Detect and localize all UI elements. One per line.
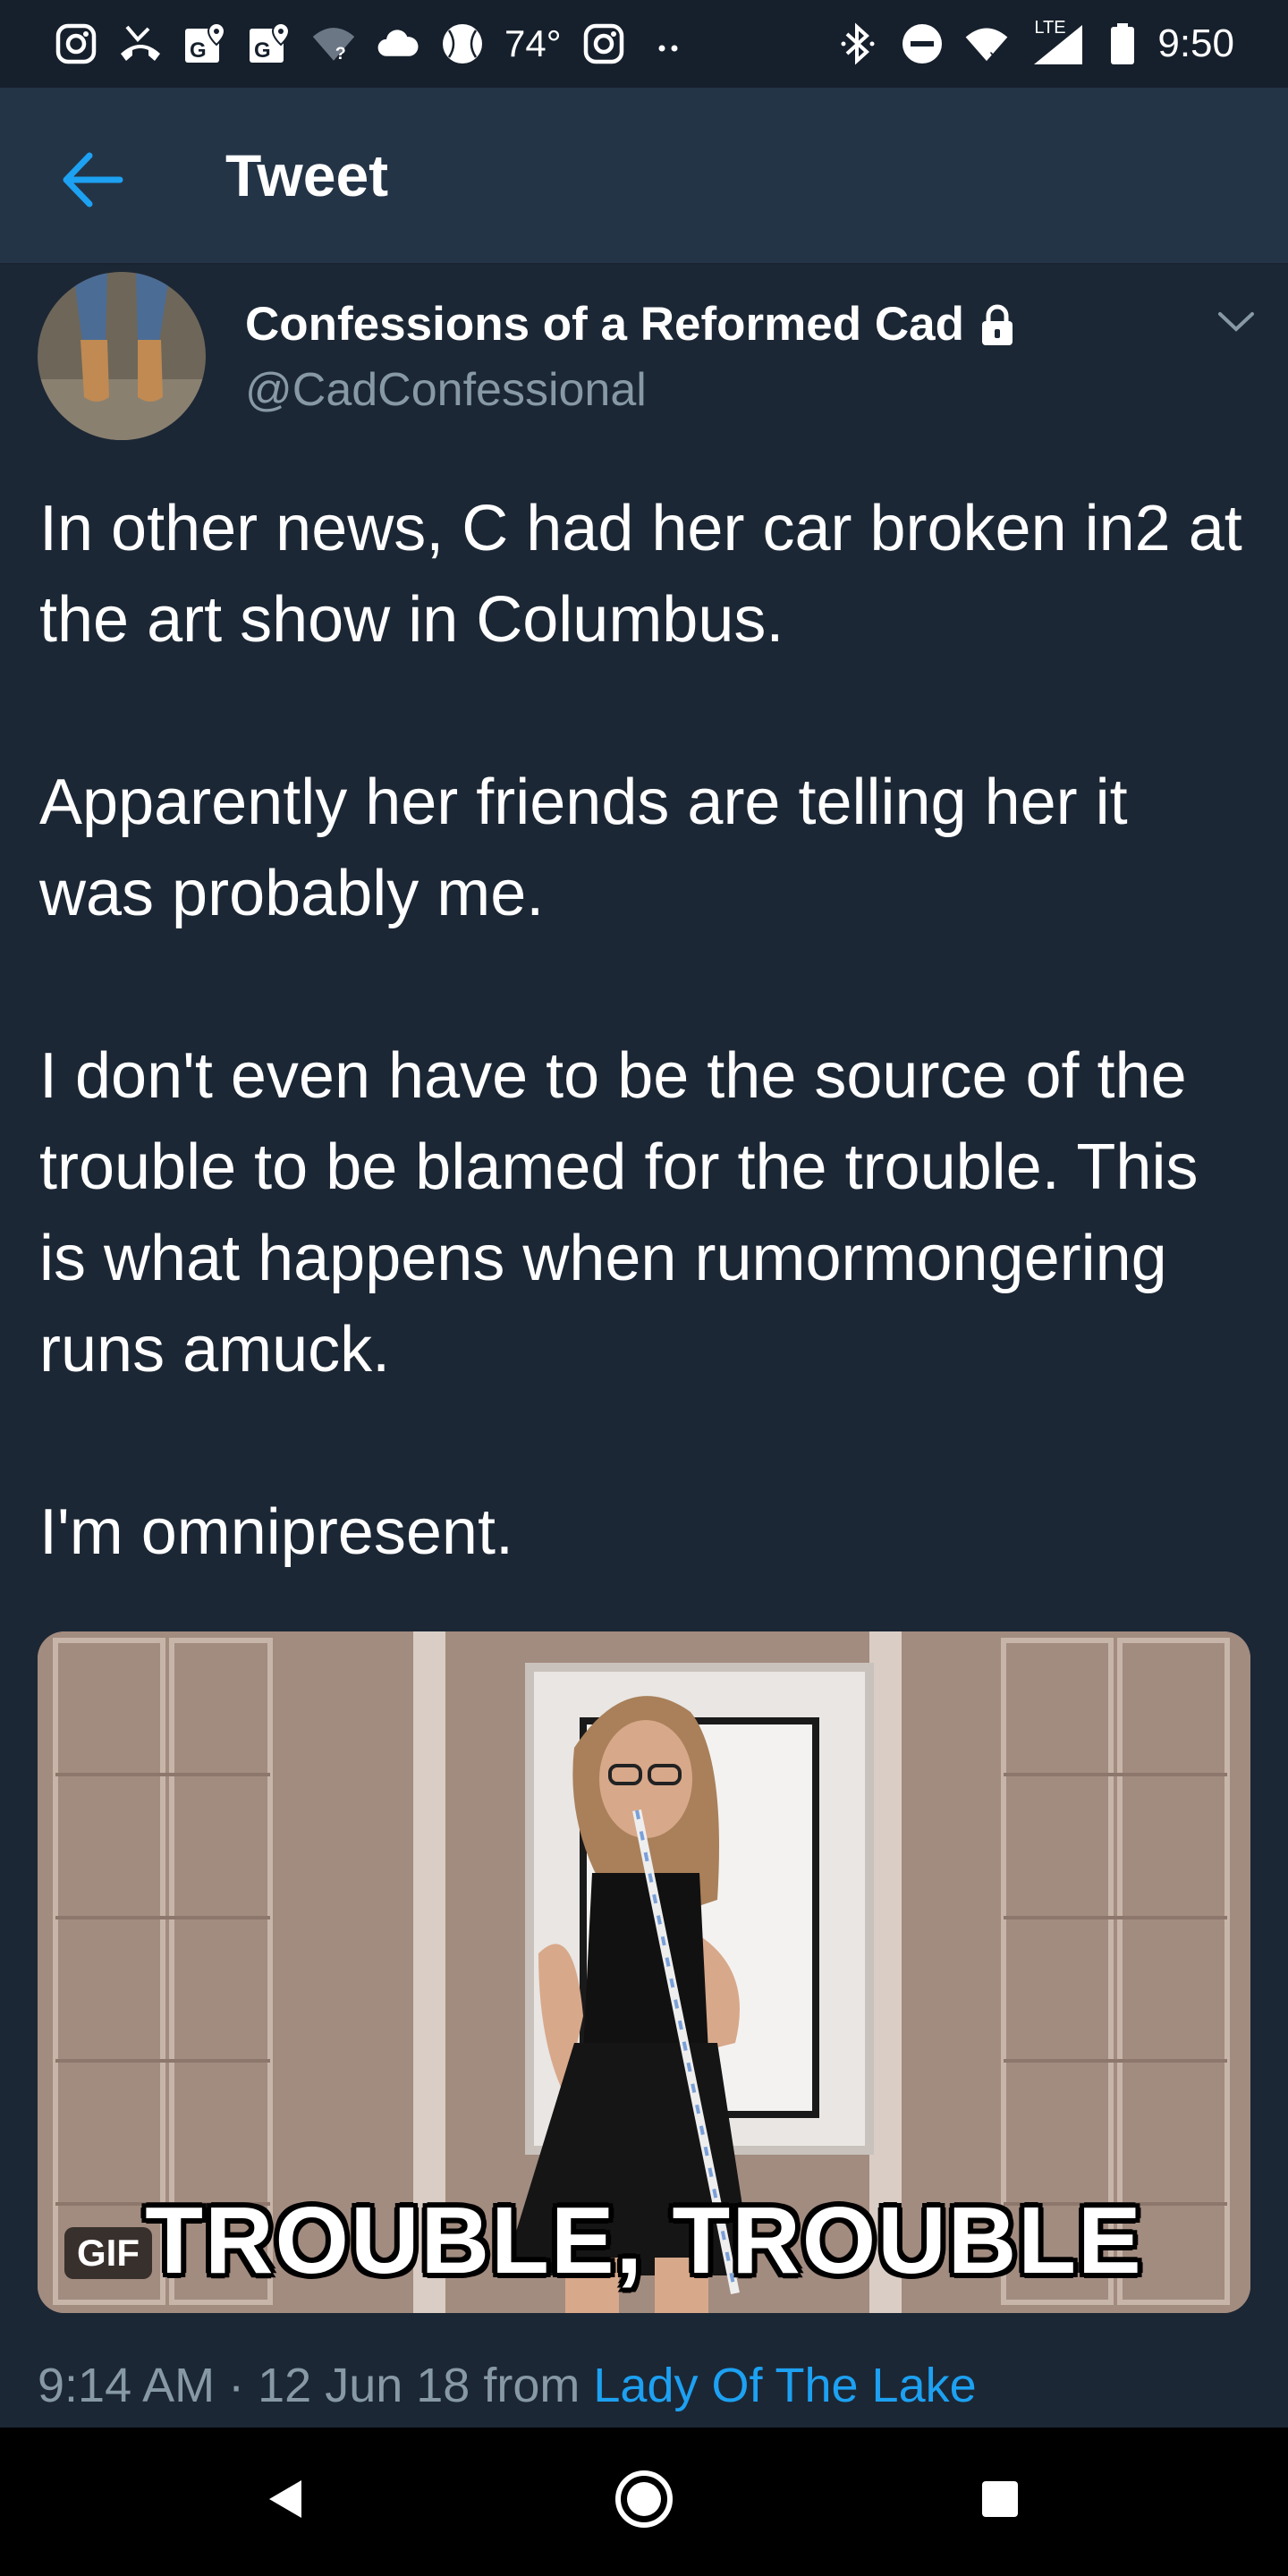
tweet: Confessions of a Reformed Cad @CadConfes… — [0, 265, 1288, 2428]
author-handle[interactable]: @CadConfessional — [245, 363, 647, 417]
gif-media[interactable]: TROUBLE, TROUBLE GIF — [38, 1631, 1250, 2313]
back-triangle-icon — [269, 2480, 301, 2518]
system-nav-bar — [0, 2428, 1288, 2576]
tweet-source-link[interactable]: Lady Of The Lake — [593, 2359, 976, 2412]
tweet-paragraph: In other news, C had her car broken in2 … — [39, 493, 1242, 656]
back-button[interactable] — [52, 140, 132, 220]
svg-text:?: ? — [335, 44, 346, 64]
wifi-question-icon: ? — [311, 21, 356, 66]
meta-separator: · — [228, 2359, 245, 2412]
recents-square-icon — [982, 2481, 1018, 2517]
maps-icon: G — [247, 21, 292, 66]
svg-text:G: G — [254, 38, 271, 63]
missed-call-icon — [118, 21, 163, 66]
app-header: Tweet — [0, 88, 1288, 265]
status-bar: G G ? 74° x LTE 9:50 — [0, 0, 1288, 88]
nav-home-button[interactable] — [599, 2454, 689, 2544]
gif-badge: GIF — [64, 2227, 152, 2279]
tweet-text: In other news, C had her car broken in2 … — [39, 483, 1256, 1578]
tweet-paragraph: Apparently her friends are telling her i… — [39, 767, 1128, 929]
arrow-left-icon — [63, 152, 123, 208]
lte-signal-icon: LTE — [1029, 18, 1088, 66]
instagram-icon — [581, 21, 626, 66]
svg-text:G: G — [190, 38, 207, 63]
tweet-date: 12 Jun 18 — [258, 2359, 470, 2412]
from-label: from — [483, 2359, 580, 2412]
instagram-icon — [54, 21, 98, 66]
wifi-icon: x — [964, 21, 1009, 66]
bluetooth-icon — [835, 21, 880, 66]
nav-back-button[interactable] — [242, 2454, 331, 2544]
chevron-down-icon — [1218, 312, 1254, 332]
cloud-icon — [376, 21, 420, 66]
svg-text:x: x — [990, 48, 998, 64]
maps-icon: G — [182, 21, 227, 66]
baseball-icon — [440, 21, 485, 66]
more-dots-icon — [646, 21, 691, 66]
nav-recents-button[interactable] — [955, 2454, 1045, 2544]
lock-icon — [982, 304, 1013, 345]
network-type-label: LTE — [1034, 18, 1066, 38]
home-circle-icon — [615, 2470, 673, 2528]
status-bar-notifications: G G ? 74° — [54, 16, 691, 72]
clock: 9:50 — [1157, 21, 1234, 65]
tweet-paragraph: I don't even have to be the source of th… — [39, 1040, 1199, 1385]
page-title: Tweet — [225, 142, 389, 208]
gif-caption: TROUBLE, TROUBLE — [145, 2188, 1143, 2293]
tweet-metadata: 9:14 AM · 12 Jun 18 from Lady Of The Lak… — [38, 2358, 977, 2413]
battery-icon — [1107, 21, 1138, 66]
do-not-disturb-icon — [900, 21, 945, 66]
tweet-paragraph: I'm omnipresent. — [39, 1496, 513, 1568]
status-bar-system: x LTE 9:50 — [835, 16, 1234, 72]
temperature: 74° — [504, 22, 562, 64]
tweet-time: 9:14 AM — [38, 2359, 216, 2412]
avatar[interactable] — [38, 272, 206, 440]
author-name[interactable]: Confessions of a Reformed Cad — [245, 297, 964, 352]
tweet-menu-button[interactable] — [1208, 293, 1265, 351]
